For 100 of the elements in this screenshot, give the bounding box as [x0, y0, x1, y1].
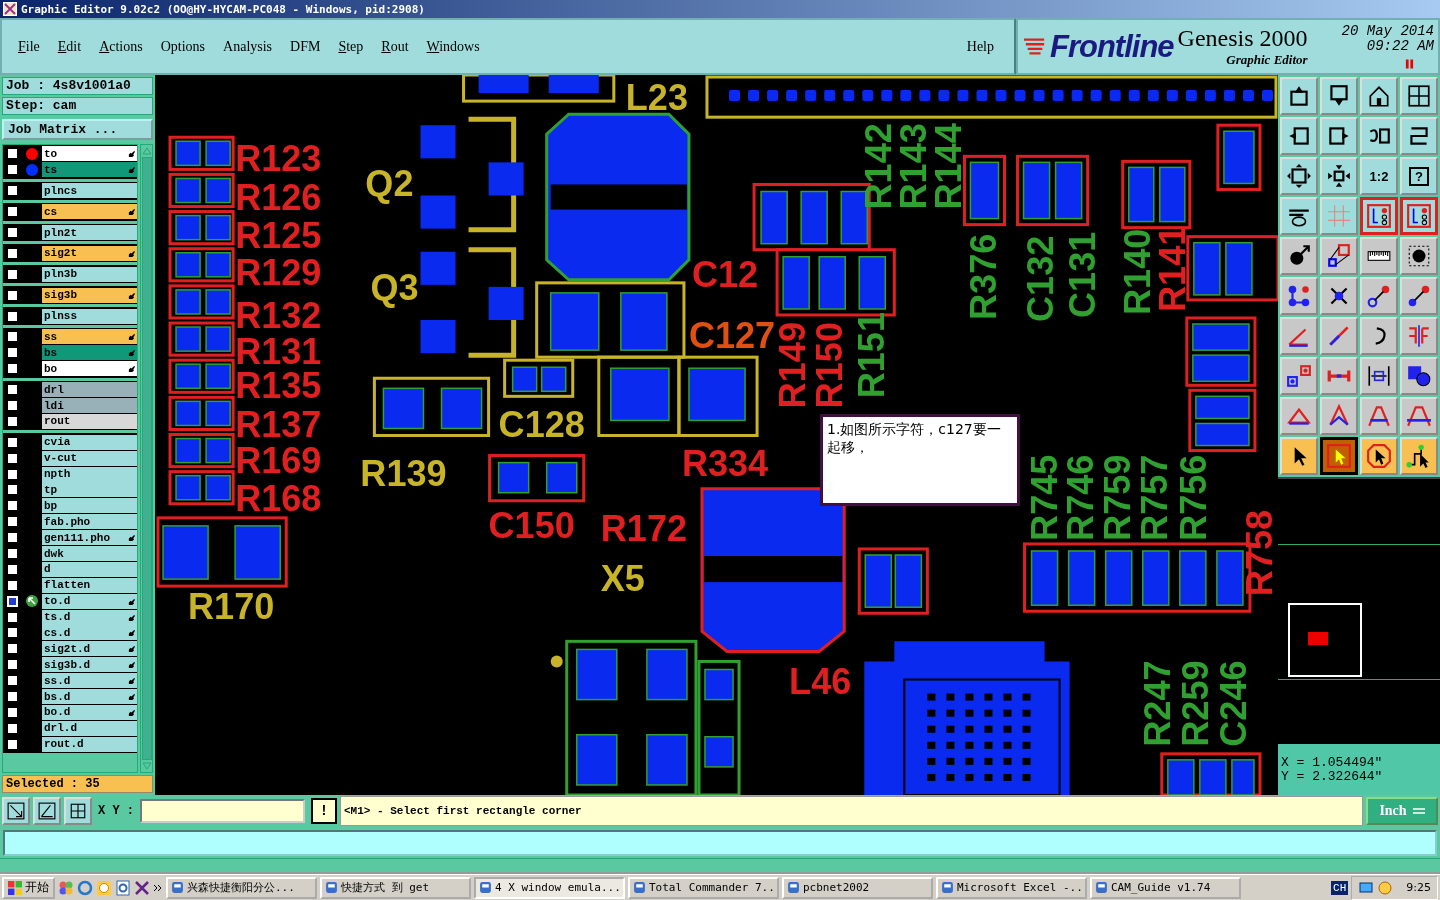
layer-checkbox[interactable]: [7, 627, 18, 639]
layer-checkbox[interactable]: [7, 310, 18, 322]
layer-item[interactable]: to.d: [42, 593, 137, 609]
layer-checkbox[interactable]: [7, 500, 18, 512]
menu-item[interactable]: Rout: [373, 34, 417, 59]
zoom-button[interactable]: [2, 797, 30, 825]
layer-item[interactable]: rout: [42, 413, 137, 429]
layer-checkbox[interactable]: [7, 206, 18, 218]
layer-checkbox[interactable]: [7, 384, 18, 396]
layer-item[interactable]: ldi: [42, 398, 137, 413]
layer-item[interactable]: plnss: [42, 308, 137, 324]
layer-item[interactable]: bs.d: [42, 689, 137, 705]
layer-item[interactable]: ts.d: [42, 609, 137, 625]
layer-checkbox[interactable]: [7, 675, 18, 687]
tool-button[interactable]: 1:2: [1360, 157, 1398, 195]
layer-item[interactable]: to: [42, 146, 137, 162]
xy-input-field[interactable]: [140, 799, 305, 823]
menu-item[interactable]: Analysis: [215, 34, 281, 59]
layer-item[interactable]: pln3b: [42, 266, 137, 282]
layer-item[interactable]: sig3b: [42, 287, 137, 303]
layer-checkbox[interactable]: [7, 659, 18, 671]
menu-item[interactable]: Edit: [49, 34, 90, 59]
layer-item[interactable]: cs: [42, 204, 137, 220]
x-icon[interactable]: [134, 879, 150, 896]
layer-checkbox[interactable]: [7, 643, 18, 655]
layer-item[interactable]: ss.d: [42, 673, 137, 689]
layer-item[interactable]: sig2t.d: [42, 641, 137, 657]
layer-item[interactable]: dwk: [42, 546, 137, 562]
layer-item[interactable]: flatten: [42, 577, 137, 593]
layer-checkbox[interactable]: [7, 331, 18, 343]
layer-checkbox[interactable]: [7, 289, 18, 301]
layer-checkbox[interactable]: [7, 484, 18, 496]
command-input-field[interactable]: [3, 829, 1437, 856]
menu-item[interactable]: Step: [330, 34, 372, 59]
taskbar-button[interactable]: pcbnet2002: [782, 876, 933, 899]
alert-button[interactable]: !: [311, 798, 337, 824]
layer-item[interactable]: gen111.pho: [42, 530, 137, 546]
taskbar-button[interactable]: 4 X window emula...: [474, 876, 625, 899]
measure-button[interactable]: [33, 797, 61, 825]
layer-item[interactable]: bs: [42, 345, 137, 361]
layer-checkbox[interactable]: [7, 691, 18, 703]
scroll-thumb[interactable]: [141, 157, 152, 760]
language-indicator[interactable]: CH: [1331, 880, 1349, 895]
layer-item[interactable]: d: [42, 561, 137, 577]
dots-icon[interactable]: [58, 879, 74, 896]
layer-checkbox[interactable]: [7, 227, 18, 238]
layer-item[interactable]: sig3b.d: [42, 657, 137, 673]
taskbar-button[interactable]: Microsoft Excel -...: [936, 876, 1087, 899]
layer-checkbox[interactable]: [7, 468, 18, 480]
chevron-icon[interactable]: [153, 882, 163, 893]
network-icon[interactable]: [1358, 879, 1375, 896]
layer-checkbox[interactable]: [7, 706, 18, 718]
layer-item[interactable]: drl.d: [42, 720, 137, 736]
layer-item[interactable]: cvia: [42, 434, 137, 450]
menu-item[interactable]: DFM: [282, 34, 329, 59]
layer-checkbox[interactable]: [7, 548, 18, 560]
grid-button[interactable]: [64, 797, 92, 825]
layer-checkbox[interactable]: [7, 516, 18, 528]
layer-checkbox[interactable]: [7, 347, 18, 359]
layer-checkbox[interactable]: [7, 532, 18, 544]
layer-item[interactable]: drl: [42, 382, 137, 398]
menu-item[interactable]: Actions: [91, 34, 151, 59]
layer-checkbox[interactable]: [7, 452, 18, 464]
layer-item[interactable]: sig2t: [42, 245, 137, 261]
layer-item[interactable]: bo.d: [42, 704, 137, 720]
layer-checkbox[interactable]: [7, 415, 18, 427]
start-button[interactable]: 开始: [2, 876, 55, 899]
layer-item[interactable]: v-cut: [42, 450, 137, 466]
layer-checkbox[interactable]: [7, 738, 18, 750]
layer-checkbox[interactable]: [7, 611, 18, 623]
menu-item[interactable]: File: [10, 34, 48, 59]
taskbar-button[interactable]: 快捷方式 到 get: [320, 876, 471, 899]
layer-item[interactable]: fab.pho: [42, 514, 137, 530]
layer-item[interactable]: cs.d: [42, 625, 137, 641]
layer-item[interactable]: ts: [42, 162, 137, 178]
taskbar-button[interactable]: Total Commander 7...: [628, 876, 779, 899]
job-matrix-button[interactable]: Job Matrix ...: [2, 119, 153, 140]
tool-button[interactable]: [1320, 437, 1358, 475]
layer-checkbox[interactable]: [7, 363, 18, 375]
layer-checkbox[interactable]: [7, 436, 18, 448]
menu-item[interactable]: Help: [958, 34, 1002, 59]
layer-item[interactable]: rout.d: [42, 736, 137, 752]
taskbar-button[interactable]: 兴森快捷衡阳分公...: [166, 876, 317, 899]
tool-button[interactable]: ?: [1400, 157, 1438, 195]
taskbar-button[interactable]: CAM_Guide v1.74: [1090, 876, 1241, 899]
layer-checkbox[interactable]: [7, 268, 18, 280]
layer-item[interactable]: bp: [42, 498, 137, 514]
layer-checkbox[interactable]: [7, 164, 18, 176]
clock-icon[interactable]: [96, 879, 112, 896]
layer-checkbox[interactable]: [7, 148, 18, 160]
layer-item[interactable]: ss: [42, 329, 137, 345]
layer-item[interactable]: npth: [42, 466, 137, 482]
browser-icon[interactable]: [77, 879, 93, 896]
layer-item[interactable]: plncs: [42, 183, 137, 199]
layer-checkbox[interactable]: [7, 722, 18, 734]
layer-item[interactable]: bo: [42, 361, 137, 377]
page-icon[interactable]: [115, 879, 131, 896]
layer-checkbox[interactable]: [7, 247, 18, 259]
menu-item[interactable]: Options: [152, 34, 214, 59]
layer-checkbox[interactable]: [7, 579, 18, 591]
